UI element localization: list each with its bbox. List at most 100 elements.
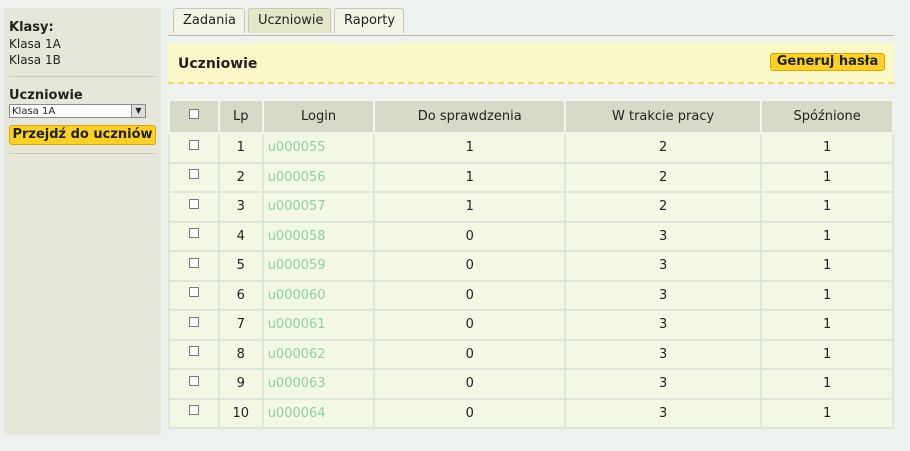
- class-select-value: Klasa 1A: [12, 106, 56, 117]
- row-select-cell: [168, 368, 220, 400]
- row-in-progress: 2: [563, 161, 763, 193]
- tab-raporty[interactable]: Raporty: [334, 8, 404, 33]
- classes-heading: Klasy:: [9, 20, 54, 35]
- row-checkbox[interactable]: [188, 405, 199, 416]
- row-in-progress: 3: [563, 368, 763, 400]
- column-header-to-check[interactable]: Do sprawdzenia: [373, 99, 566, 134]
- select-all-cell: [168, 99, 220, 134]
- row-in-progress: 3: [563, 250, 763, 282]
- row-late: 1: [760, 368, 894, 400]
- row-checkbox[interactable]: [188, 139, 199, 150]
- row-select-cell: [168, 161, 220, 193]
- student-login-link[interactable]: u000064: [261, 397, 376, 429]
- row-late: 1: [760, 132, 894, 164]
- row-in-progress: 3: [563, 220, 763, 252]
- row-select-cell: [168, 338, 220, 370]
- row-checkbox[interactable]: [188, 169, 199, 180]
- table-row: 4 u000058 0 3 1: [168, 220, 894, 252]
- row-to-check: 0: [373, 309, 566, 341]
- column-header-in-progress[interactable]: W trakcie pracy: [563, 99, 763, 134]
- class-select[interactable]: Klasa 1A ▼: [9, 104, 146, 118]
- row-to-check: 0: [373, 250, 566, 282]
- row-in-progress: 3: [563, 397, 763, 429]
- students-heading: Uczniowie: [9, 88, 83, 103]
- row-late: 1: [760, 279, 894, 311]
- student-login-link[interactable]: u000059: [261, 250, 376, 282]
- generate-passwords-button[interactable]: Generuj hasła: [770, 53, 885, 71]
- row-lp: 6: [217, 279, 264, 311]
- row-lp: 10: [217, 397, 264, 429]
- column-header-late[interactable]: Spóźnione: [760, 99, 894, 134]
- row-checkbox[interactable]: [188, 287, 199, 298]
- table-header-row: Lp Login Do sprawdzenia W trakcie pracy …: [168, 99, 894, 134]
- row-select-cell: [168, 250, 220, 282]
- table-row: 7 u000061 0 3 1: [168, 309, 894, 341]
- table-row: 2 u000056 1 2 1: [168, 161, 894, 193]
- table-row: 1 u000055 1 2 1: [168, 132, 894, 164]
- table-row: 3 u000057 1 2 1: [168, 191, 894, 223]
- row-checkbox[interactable]: [188, 228, 199, 239]
- row-in-progress: 2: [563, 132, 763, 164]
- student-login-link[interactable]: u000061: [261, 309, 376, 341]
- row-to-check: 0: [373, 220, 566, 252]
- row-checkbox[interactable]: [188, 257, 199, 268]
- row-lp: 1: [217, 132, 264, 164]
- row-to-check: 0: [373, 279, 566, 311]
- row-in-progress: 2: [563, 191, 763, 223]
- page-title: Uczniowie: [178, 56, 258, 72]
- row-lp: 9: [217, 368, 264, 400]
- row-in-progress: 3: [563, 338, 763, 370]
- row-to-check: 1: [373, 161, 566, 193]
- row-late: 1: [760, 338, 894, 370]
- tab-uczniowie[interactable]: Uczniowie: [248, 8, 331, 33]
- row-select-cell: [168, 279, 220, 311]
- column-header-login[interactable]: Login: [261, 99, 376, 134]
- row-late: 1: [760, 397, 894, 429]
- row-select-cell: [168, 220, 220, 252]
- column-header-lp[interactable]: Lp: [217, 99, 264, 134]
- table-row: 9 u000063 0 3 1: [168, 368, 894, 400]
- student-login-link[interactable]: u000062: [261, 338, 376, 370]
- table-row: 8 u000062 0 3 1: [168, 338, 894, 370]
- row-in-progress: 3: [563, 279, 763, 311]
- row-lp: 3: [217, 191, 264, 223]
- student-login-link[interactable]: u000057: [261, 191, 376, 223]
- row-late: 1: [760, 250, 894, 282]
- sidebar-item-klasa-1b[interactable]: Klasa 1B: [9, 53, 61, 67]
- row-to-check: 0: [373, 338, 566, 370]
- row-select-cell: [168, 132, 220, 164]
- table-row: 6 u000060 0 3 1: [168, 279, 894, 311]
- row-lp: 8: [217, 338, 264, 370]
- row-to-check: 1: [373, 132, 566, 164]
- row-to-check: 0: [373, 397, 566, 429]
- students-table: Lp Login Do sprawdzenia W trakcie pracy …: [168, 99, 894, 429]
- row-checkbox[interactable]: [188, 346, 199, 357]
- divider: [9, 76, 156, 77]
- student-login-link[interactable]: u000063: [261, 368, 376, 400]
- row-late: 1: [760, 161, 894, 193]
- tab-zadania[interactable]: Zadania: [173, 8, 245, 33]
- row-select-cell: [168, 191, 220, 223]
- row-lp: 7: [217, 309, 264, 341]
- divider: [9, 153, 156, 154]
- row-lp: 4: [217, 220, 264, 252]
- row-late: 1: [760, 309, 894, 341]
- row-select-cell: [168, 309, 220, 341]
- row-checkbox[interactable]: [188, 316, 199, 327]
- row-checkbox[interactable]: [188, 198, 199, 209]
- row-checkbox[interactable]: [188, 375, 199, 386]
- row-to-check: 0: [373, 368, 566, 400]
- sidebar-item-klasa-1a[interactable]: Klasa 1A: [9, 37, 61, 51]
- row-lp: 5: [217, 250, 264, 282]
- student-login-link[interactable]: u000056: [261, 161, 376, 193]
- student-login-link[interactable]: u000055: [261, 132, 376, 164]
- student-login-link[interactable]: u000060: [261, 279, 376, 311]
- table-row: 5 u000059 0 3 1: [168, 250, 894, 282]
- go-to-students-button[interactable]: Przejdź do uczniów: [9, 125, 156, 145]
- row-select-cell: [168, 397, 220, 429]
- chevron-down-icon[interactable]: ▼: [131, 105, 145, 117]
- row-to-check: 1: [373, 191, 566, 223]
- row-late: 1: [760, 191, 894, 223]
- student-login-link[interactable]: u000058: [261, 220, 376, 252]
- select-all-checkbox[interactable]: [188, 108, 199, 119]
